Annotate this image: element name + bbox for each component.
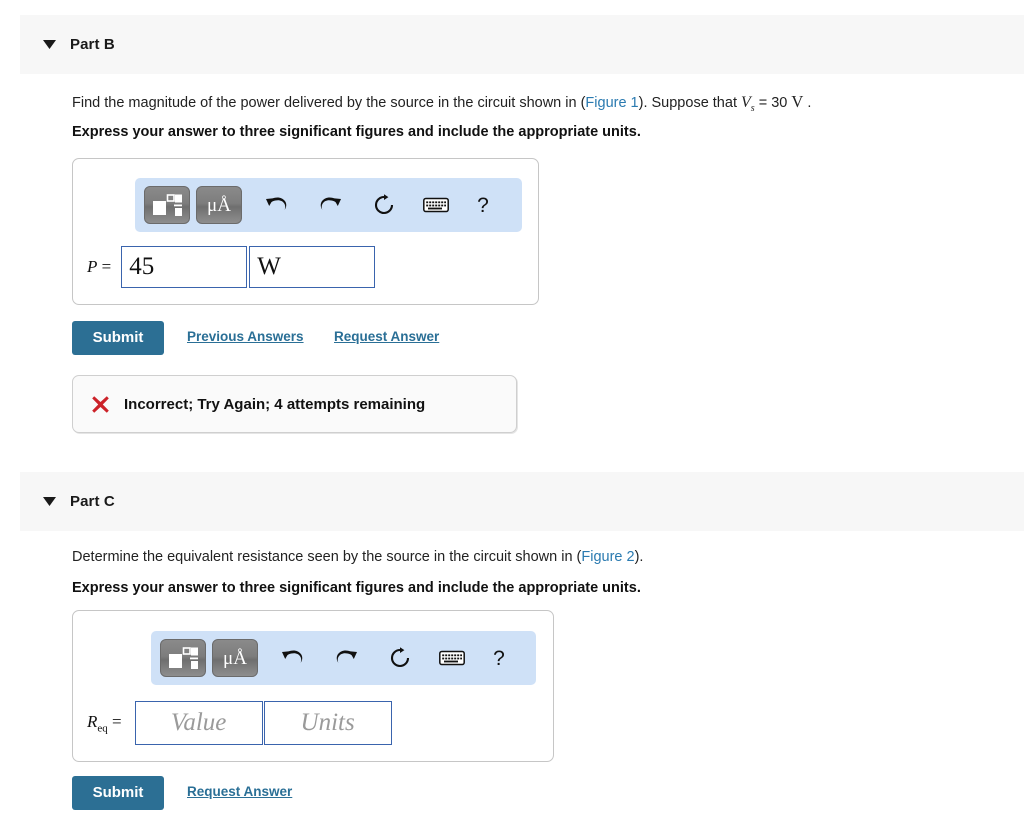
part-c-answer-label: Req = xyxy=(87,711,122,735)
units-mu-angstrom-icon[interactable]: μÅ xyxy=(212,639,258,677)
part-c-units-input[interactable]: Units xyxy=(263,701,392,745)
reset-icon[interactable] xyxy=(380,639,420,677)
math-template-icon[interactable] xyxy=(144,186,190,224)
part-b-value-input[interactable]: 45 xyxy=(121,246,248,288)
figure-1-link[interactable]: Figure 1 xyxy=(585,95,638,111)
keyboard-icon[interactable] xyxy=(432,639,472,677)
part-b-previous-answers-link[interactable]: Previous Answers xyxy=(187,329,304,344)
part-b-answer-box: μÅ ? P = 45 W xyxy=(72,158,539,305)
part-b-title: Part B xyxy=(70,36,115,53)
part-c-request-answer-link[interactable]: Request Answer xyxy=(187,784,292,799)
help-question-mark: ? xyxy=(477,193,489,217)
part-b-units-input[interactable]: W xyxy=(249,246,376,288)
red-x-icon xyxy=(91,395,110,414)
part-b-math-toolbar: μÅ ? xyxy=(135,178,522,232)
prompt-text: Determine the equivalent resistance seen… xyxy=(72,549,582,565)
variable-vs: Vs xyxy=(741,94,755,115)
help-question-mark: ? xyxy=(493,646,505,670)
math-template-icon[interactable] xyxy=(160,639,206,677)
part-c-value-input[interactable]: Value xyxy=(134,701,263,745)
part-b-answer-label: P = xyxy=(87,257,112,276)
help-icon[interactable]: ? xyxy=(466,186,500,224)
prompt-text: = 30 xyxy=(754,95,792,111)
part-c-math-toolbar: μÅ ? xyxy=(151,631,536,685)
part-b-instruction: Express your answer to three significant… xyxy=(72,124,641,140)
part-c-answer-box: μÅ ? Req = Value Units xyxy=(72,610,554,762)
part-b-header[interactable]: Part B xyxy=(20,15,1024,74)
part-c-answer-field-row: Req = Value Units xyxy=(87,701,392,745)
undo-icon[interactable] xyxy=(272,639,312,677)
units-mu-angstrom-icon[interactable]: μÅ xyxy=(196,186,242,224)
part-c-title: Part C xyxy=(70,493,115,510)
prompt-text: . xyxy=(803,95,812,111)
part-b-feedback-text: Incorrect; Try Again; 4 attempts remaini… xyxy=(124,395,426,413)
part-b-answer-field-row: P = 45 W xyxy=(87,246,376,288)
unit-volt: V xyxy=(791,92,804,111)
redo-icon[interactable] xyxy=(310,186,350,224)
units-button-label: μÅ xyxy=(223,647,247,669)
mastering-physics-problem-page: Part B Find the magnitude of the power d… xyxy=(0,0,1024,836)
reset-icon[interactable] xyxy=(364,186,404,224)
part-b-submit-button[interactable]: Submit xyxy=(72,321,164,355)
part-b-feedback-banner: Incorrect; Try Again; 4 attempts remaini… xyxy=(72,375,517,433)
undo-icon[interactable] xyxy=(256,186,296,224)
figure-2-link[interactable]: Figure 2 xyxy=(581,549,634,565)
part-c-instruction: Express your answer to three significant… xyxy=(72,580,641,596)
units-button-label: μÅ xyxy=(207,194,231,216)
triangle-down-icon[interactable] xyxy=(38,40,60,49)
prompt-text: ). xyxy=(634,549,644,565)
prompt-text: ). Suppose that xyxy=(638,95,741,111)
redo-icon[interactable] xyxy=(326,639,366,677)
part-b-prompt: Find the magnitude of the power delivere… xyxy=(72,90,811,117)
part-c-header[interactable]: Part C xyxy=(20,472,1024,531)
part-c-prompt: Determine the equivalent resistance seen… xyxy=(72,547,643,568)
prompt-text: Find the magnitude of the power delivere… xyxy=(72,95,586,111)
keyboard-icon[interactable] xyxy=(416,186,456,224)
triangle-down-icon[interactable] xyxy=(38,497,60,506)
part-c-submit-button[interactable]: Submit xyxy=(72,776,164,810)
part-b-request-answer-link[interactable]: Request Answer xyxy=(334,329,439,344)
help-icon[interactable]: ? xyxy=(482,639,516,677)
